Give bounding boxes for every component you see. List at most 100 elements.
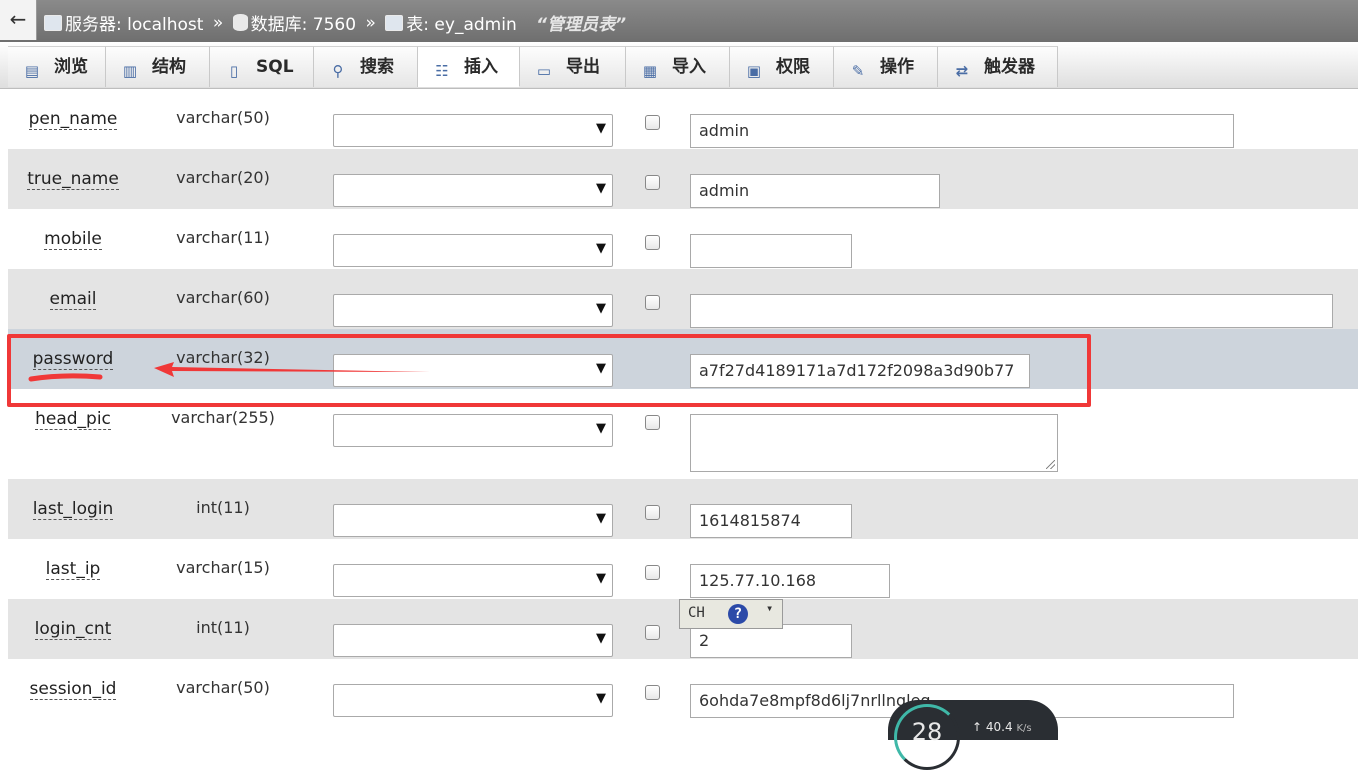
tab-export[interactable]: ▭ 导出 [520, 46, 626, 87]
privileges-icon: ▣ [746, 62, 762, 80]
search-icon: ⚲ [332, 62, 344, 80]
tab-search[interactable]: ⚲ 搜索 [314, 46, 418, 87]
table-row: mobile varchar(11) ▼ [8, 209, 1358, 269]
value-input[interactable] [690, 294, 1333, 328]
null-checkbox[interactable] [645, 685, 660, 700]
null-checkbox[interactable] [645, 295, 660, 310]
breadcrumb-database[interactable]: 数据库: 7560 [251, 15, 356, 35]
column-name: last_ip [45, 559, 101, 580]
database-icon [232, 14, 248, 31]
value-input[interactable]: admin [690, 174, 940, 208]
rate-value: 40.4 [985, 720, 1013, 734]
sql-icon: ▯ [229, 62, 239, 80]
column-type: varchar(60) [176, 288, 270, 307]
column-name: login_cnt [34, 619, 112, 640]
breadcrumb-server[interactable]: 服务器: localhost [65, 15, 203, 35]
dropdown-arrow-icon: ▼ [596, 121, 606, 136]
table-row: email varchar(60) ▼ [8, 269, 1358, 329]
value-textarea[interactable] [690, 414, 1058, 472]
value-input[interactable]: 125.77.10.168 [690, 564, 890, 598]
tab-label: 触发器 [984, 57, 1035, 77]
dropdown-arrow-icon: ▼ [596, 421, 606, 436]
network-speed-widget: 28 ↑ 40.4 K/s [888, 700, 1058, 770]
value-input[interactable]: admin [690, 114, 1234, 148]
column-type: varchar(11) [176, 228, 270, 247]
tab-label: 导出 [566, 57, 600, 77]
column-name: session_id [29, 679, 117, 700]
column-type: int(11) [196, 618, 250, 637]
table-row: last_ip varchar(15) ▼ 125.77.10.168 [8, 539, 1358, 599]
browse-icon: ▤ [24, 62, 40, 80]
column-type: varchar(20) [176, 168, 270, 187]
function-select[interactable]: ▼ [333, 684, 613, 717]
tab-label: 结构 [152, 57, 186, 77]
null-checkbox[interactable] [645, 415, 660, 430]
column-name: pen_name [28, 109, 118, 130]
dropdown-arrow-icon: ▼ [596, 301, 606, 316]
table-row: pen_name varchar(50) ▼ admin [8, 89, 1358, 149]
tab-insert[interactable]: ☷ 插入 [418, 46, 520, 87]
tab-label: 浏览 [54, 57, 88, 77]
null-checkbox[interactable] [645, 115, 660, 130]
function-select[interactable]: ▼ [333, 234, 613, 267]
tab-browse[interactable]: ▤ 浏览 [8, 46, 106, 87]
column-name: email [49, 289, 97, 310]
table-comment: “管理员表” [536, 15, 627, 35]
table-row: session_id varchar(50) ▼ 6ohda7e8mpf8d6l… [8, 659, 1358, 719]
column-type: varchar(15) [176, 558, 270, 577]
null-checkbox[interactable] [645, 565, 660, 580]
table-row: last_login int(11) ▼ 1614815874 [8, 479, 1358, 539]
export-icon: ▭ [536, 62, 552, 80]
upload-arrow-icon: ↑ [972, 720, 983, 734]
tab-structure[interactable]: ▥ 结构 [106, 46, 210, 87]
column-name: head_pic [35, 409, 111, 430]
null-checkbox[interactable] [645, 625, 660, 640]
dropdown-arrow-icon: ▼ [596, 241, 606, 256]
ime-toolbar: CH ? ▾ [679, 599, 783, 629]
upload-rate: ↑ 40.4 K/s [972, 720, 1032, 734]
value-input[interactable]: 1614815874 [690, 504, 852, 538]
function-select[interactable]: ▼ [333, 564, 613, 597]
function-select[interactable]: ▼ [333, 624, 613, 657]
null-checkbox[interactable] [645, 505, 660, 520]
resize-grip-icon[interactable] [1046, 460, 1055, 469]
dropdown-arrow-icon: ▼ [596, 571, 606, 586]
function-select[interactable]: ▼ [333, 114, 613, 147]
value-input[interactable]: 2 [690, 624, 852, 658]
insert-icon: ☷ [435, 62, 449, 80]
speed-gauge: 28 [894, 704, 960, 770]
breadcrumb-separator: » [365, 12, 376, 33]
dropdown-arrow-icon: ▼ [596, 511, 606, 526]
tab-import[interactable]: ▦ 导入 [626, 46, 730, 87]
tab-label: 插入 [464, 57, 498, 77]
null-checkbox[interactable] [645, 175, 660, 190]
column-type: varchar(50) [176, 108, 270, 127]
function-select[interactable]: ▼ [333, 414, 613, 447]
column-name: mobile [44, 229, 102, 250]
rate-unit: K/s [1016, 723, 1032, 734]
function-select[interactable]: ▼ [333, 504, 613, 537]
structure-icon: ▥ [122, 62, 138, 80]
table-icon [385, 14, 404, 31]
tab-label: 操作 [880, 57, 914, 77]
value-input[interactable] [690, 234, 852, 268]
annotation-arrow-icon [154, 362, 430, 377]
column-type: int(11) [196, 498, 250, 517]
breadcrumb-table[interactable]: 表: ey_admin [406, 15, 516, 35]
ime-mode-toggle[interactable]: CH [688, 605, 705, 621]
server-icon [44, 14, 62, 31]
chevron-down-icon[interactable]: ▾ [766, 602, 773, 614]
wrench-icon: ✎ [851, 62, 865, 80]
tab-privileges[interactable]: ▣ 权限 [730, 46, 834, 87]
tab-label: 搜索 [360, 57, 394, 77]
tab-triggers[interactable]: ⇄ 触发器 [938, 46, 1058, 87]
tab-sql[interactable]: ▯ SQL [210, 46, 314, 87]
help-icon[interactable]: ? [728, 604, 748, 624]
tab-operations[interactable]: ✎ 操作 [834, 46, 938, 87]
null-checkbox[interactable] [645, 235, 660, 250]
breadcrumb: 服务器: localhost » 数据库: 7560 » 表: ey_admin… [44, 10, 626, 35]
column-type: varchar(255) [171, 408, 275, 427]
back-button[interactable]: ← [0, 0, 37, 40]
function-select[interactable]: ▼ [333, 174, 613, 207]
function-select[interactable]: ▼ [333, 294, 613, 327]
